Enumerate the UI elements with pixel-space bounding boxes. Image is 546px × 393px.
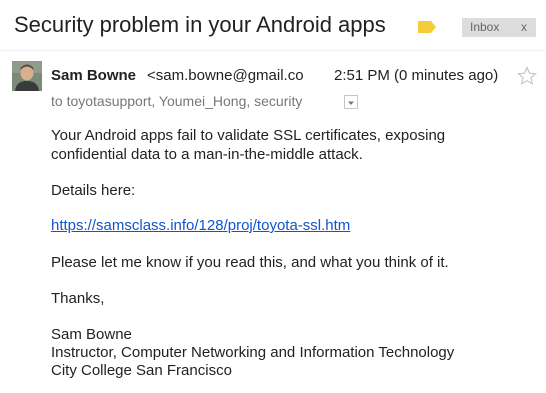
remove-label-button[interactable]: x (521, 18, 527, 37)
message-timestamp: 2:51 PM (0 minutes ago) (334, 67, 499, 84)
sender-email: <sam.bowne@gmail.com> (147, 67, 303, 84)
inbox-label-chip[interactable]: Inbox x (462, 18, 536, 37)
header-divider (0, 50, 546, 51)
email-subject: Security problem in your Android apps (14, 12, 386, 37)
signature-title: Instructor, Computer Networking and Info… (51, 344, 455, 361)
project-link[interactable]: https://samsclass.info/128/proj/toyota-s… (51, 216, 350, 235)
body-details-label: Details here: (51, 182, 136, 199)
star-icon[interactable] (517, 66, 537, 86)
avatar[interactable] (12, 61, 42, 91)
sender-name[interactable]: Sam Bowne (51, 67, 136, 84)
chevron-down-icon (348, 101, 354, 105)
body-thanks: Thanks, (51, 290, 105, 307)
important-marker-icon[interactable] (417, 20, 437, 34)
body-line: Your Android apps fail to validate SSL c… (51, 127, 446, 144)
body-line: confidential data to a man-in-the-middle… (51, 146, 363, 163)
recipients-line: to toyotasupport, Youmei_Hong, security (51, 93, 303, 109)
inbox-label-text: Inbox (470, 20, 500, 34)
signature-organization: City College San Francisco (51, 362, 232, 379)
show-details-button[interactable] (344, 95, 358, 109)
sender-photo-icon (12, 61, 42, 91)
body-request: Please let me know if you read this, and… (51, 254, 449, 271)
signature-name: Sam Bowne (51, 326, 132, 343)
